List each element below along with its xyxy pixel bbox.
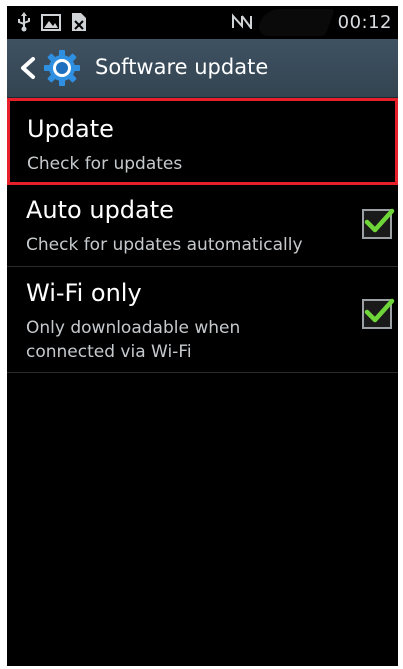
checkmark-icon: [364, 208, 395, 233]
auto-update-item[interactable]: Auto update Check for updates automatica…: [7, 185, 398, 267]
page-title: Software update: [95, 55, 269, 79]
status-bar: 00:12: [7, 6, 398, 39]
usb-icon: [17, 12, 31, 36]
checkmark-icon: [364, 298, 395, 323]
auto-update-title: Auto update: [26, 196, 174, 224]
wifi-only-summary: Only downloadable when connected via Wi-…: [26, 318, 241, 362]
settings-list: Update Check for updates Auto update Che…: [7, 98, 398, 373]
clock: 00:12: [337, 12, 392, 33]
gear-icon[interactable]: [43, 49, 81, 87]
update-item[interactable]: Update Check for updates: [7, 98, 398, 185]
wifi-only-item[interactable]: Wi-Fi only Only downloadable when connec…: [7, 267, 398, 373]
update-title: Update: [27, 115, 114, 143]
system-icons: 00:12: [231, 9, 392, 36]
update-summary: Check for updates: [27, 154, 183, 174]
chevron-left-icon[interactable]: [17, 56, 39, 80]
action-bar: Software update: [7, 39, 398, 98]
file-icon: [71, 12, 87, 36]
no-signal-icon: [231, 12, 252, 33]
wifi-only-title: Wi-Fi only: [26, 279, 142, 307]
redacted-area: [254, 9, 335, 36]
wifi-only-checkbox[interactable]: [362, 298, 395, 329]
image-icon: [41, 13, 61, 35]
phone-screen: 00:12 Software update Update Check for u…: [7, 6, 398, 666]
auto-update-checkbox[interactable]: [362, 208, 395, 239]
auto-update-summary: Check for updates automatically: [26, 235, 303, 255]
notification-icons: [17, 12, 87, 36]
